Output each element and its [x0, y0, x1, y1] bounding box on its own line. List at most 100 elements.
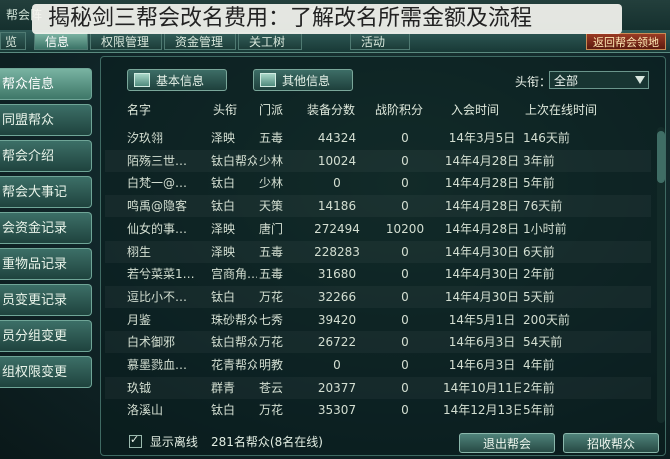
cell-last-online: 200天前 — [523, 312, 570, 327]
scroll-icon — [260, 73, 276, 87]
cell-school: 唐门 — [259, 221, 284, 236]
cell-rank: 钛白帮众 — [211, 153, 257, 168]
table-row[interactable]: 若兮菜菜1… 宫商角… 五毒 31680 0 14年4月30日 2年前 — [105, 263, 651, 285]
cell-equip-score: 228283 — [314, 244, 360, 259]
cell-equip-score: 31680 — [317, 267, 357, 282]
cell-equip-score: 14186 — [317, 199, 357, 214]
show-offline-label: 显示离线 — [149, 435, 198, 449]
cell-school: 五毒 — [259, 131, 284, 145]
col-header-join-time[interactable]: 入会时间 — [451, 101, 499, 118]
cell-rank-points: 0 — [401, 289, 409, 304]
table-row[interactable]: 仙女的事… 泽映 唐门 272494 10200 14年4月28日 1小时前 — [105, 218, 651, 240]
cell-rank: 钛白 — [211, 403, 236, 418]
leave-guild-button[interactable]: 退出帮会 — [459, 433, 555, 453]
table-row[interactable]: 栩生 泽映 五毒 228283 0 14年4月30日 6天前 — [105, 240, 651, 263]
tab-funds[interactable]: 资金管理 — [164, 32, 236, 50]
table-row[interactable]: 月鉴 珠砂帮众 七秀 39420 0 14年5月1日 200天前 — [105, 309, 651, 331]
cell-last-online: 1小时前 — [523, 221, 567, 236]
sidebar-item-member-changes[interactable]: 员变更记录 — [0, 284, 92, 316]
cell-last-online: 5年前 — [523, 176, 555, 191]
cell-rank-points: 0 — [401, 267, 409, 282]
sidebar-item-intro[interactable]: 帮会介绍 — [0, 140, 92, 172]
cell-join-time: 14年4月28日 — [444, 199, 520, 214]
cell-rank-points: 0 — [401, 358, 409, 372]
sidebar-item-alliance[interactable]: 同盟帮众 — [0, 104, 92, 136]
col-header-equip-score[interactable]: 装备分数 — [307, 101, 355, 118]
col-header-rank[interactable]: 头衔 — [213, 101, 237, 118]
cell-rank: 钛白 — [211, 199, 236, 214]
rank-filter-select[interactable]: 全部 — [549, 71, 649, 89]
cell-join-time: 14年4月30日 — [444, 244, 520, 259]
scrollbar-thumb[interactable] — [657, 131, 665, 183]
show-offline-checkbox[interactable]: 显示离线 — [129, 433, 198, 450]
cell-last-online: 4年前 — [523, 358, 555, 372]
tab-activities[interactable]: 活动 — [350, 32, 410, 50]
cell-last-online: 2年前 — [523, 267, 555, 282]
sidebar-item-item-records[interactable]: 重物品记录 — [0, 248, 92, 280]
table-scrollbar[interactable] — [657, 127, 665, 423]
cell-rank-points: 0 — [401, 335, 409, 350]
cell-join-time: 14年3月5日 — [448, 131, 516, 145]
sidebar: 帮众信息 同盟帮众 帮会介绍 帮会大事记 会资金记录 重物品记录 员变更记录 员… — [0, 68, 92, 392]
cell-name: 陌殇三世… — [127, 153, 188, 168]
page-title: 揭秘剑三帮会改名费用：了解改名所需金额及流程 — [32, 4, 622, 34]
rank-filter-value: 全部 — [554, 74, 579, 88]
cell-equip-score: 272494 — [314, 221, 360, 236]
col-header-rank-points[interactable]: 战阶积分 — [375, 101, 423, 118]
table-row[interactable]: 鸣禹@隐客 钛白 天策 14186 0 14年4月28日 76天前 — [105, 195, 651, 218]
sidebar-item-group-changes[interactable]: 员分组变更 — [0, 320, 92, 352]
col-header-last-online[interactable]: 上次在线时间 — [525, 101, 597, 118]
subtab-basic-info[interactable]: 基本信息 — [127, 69, 227, 91]
cell-school: 五毒 — [259, 267, 284, 282]
cell-name: 鸣禹@隐客 — [127, 199, 188, 214]
cell-rank: 泽映 — [211, 244, 236, 259]
cell-name: 玖钺 — [127, 380, 152, 395]
col-header-school[interactable]: 门派 — [259, 101, 283, 118]
cell-name: 慕墨戮血… — [127, 358, 188, 372]
cell-rank: 钛白 — [211, 289, 236, 304]
table-row[interactable]: 慕墨戮血… 花青帮众 明教 0 0 14年6月3日 4年前 — [105, 354, 651, 376]
chevron-down-icon — [635, 76, 645, 84]
table-row[interactable]: 白梵一@… 钛白 少林 0 0 14年4月28日 5年前 — [105, 172, 651, 194]
guild-window: 帮会阵 花青 览 信息 权限管理 资金管理 关工树 活动 返回帮会领地 揭秘剑三… — [0, 0, 670, 459]
cell-equip-score: 39420 — [317, 312, 357, 327]
tab-overview[interactable]: 览 — [0, 32, 26, 50]
tab-relation-tree[interactable]: 关工树 — [238, 32, 302, 50]
sidebar-item-fund-records[interactable]: 会资金记录 — [0, 212, 92, 244]
sidebar-item-members[interactable]: 帮众信息 — [0, 68, 92, 100]
tab-info[interactable]: 信息 — [34, 32, 88, 50]
col-header-name[interactable]: 名字 — [127, 101, 151, 118]
cell-rank-points: 0 — [401, 131, 409, 145]
subtab-basic-info-label: 基本信息 — [156, 74, 205, 88]
tab-permissions[interactable]: 权限管理 — [90, 32, 162, 50]
cell-join-time: 14年10月11日 — [443, 380, 521, 395]
cell-name: 仙女的事… — [127, 221, 188, 236]
sidebar-item-events[interactable]: 帮会大事记 — [0, 176, 92, 208]
subtab-other-info[interactable]: 其他信息 — [253, 69, 353, 91]
cell-school: 七秀 — [259, 312, 284, 327]
table-row[interactable]: 玖钺 群青 苍云 20377 0 14年10月11日 2年前 — [105, 376, 651, 399]
table-row[interactable]: 洛溪山 钛白 万花 35307 0 14年12月13日 5年前 — [105, 399, 651, 421]
cell-name: 汐玖翎 — [127, 131, 164, 145]
cell-name: 逗比小不… — [127, 289, 188, 304]
cell-rank: 群青 — [211, 380, 236, 395]
checkbox-checked-icon — [129, 433, 142, 448]
cell-rank: 泽映 — [211, 221, 236, 236]
cell-join-time: 14年6月3日 — [448, 335, 516, 350]
cell-school: 万花 — [259, 289, 284, 304]
cell-school: 少林 — [259, 176, 284, 191]
table-row[interactable]: 逗比小不… 钛白 万花 32266 0 14年4月30日 5天前 — [105, 285, 651, 308]
sidebar-item-permission-changes[interactable]: 组权限变更 — [0, 356, 92, 388]
cell-rank-points: 10200 — [385, 221, 425, 236]
table-row[interactable]: 陌殇三世… 钛白帮众 少林 10024 0 14年4月28日 3年前 — [105, 149, 651, 172]
cell-last-online: 5天前 — [523, 289, 555, 304]
cell-last-online: 6天前 — [523, 244, 555, 259]
cell-school: 少林 — [259, 153, 284, 168]
members-table: 汐玖翎 泽映 五毒 44324 0 14年3月5日 146天前 陌殇三世… 钛白帮众 少林 1002… — [101, 127, 653, 423]
cell-name: 白梵一@… — [127, 176, 188, 191]
recruit-members-button[interactable]: 招收帮众 — [563, 433, 659, 453]
table-row[interactable]: 白术御邪 钛白帮众 万花 26722 0 14年6月3日 54天前 — [105, 331, 651, 354]
cell-equip-score: 26722 — [317, 335, 357, 350]
table-row[interactable]: 汐玖翎 泽映 五毒 44324 0 14年3月5日 146天前 — [105, 127, 651, 149]
back-to-guild-territory-button[interactable]: 返回帮会领地 — [586, 33, 666, 50]
